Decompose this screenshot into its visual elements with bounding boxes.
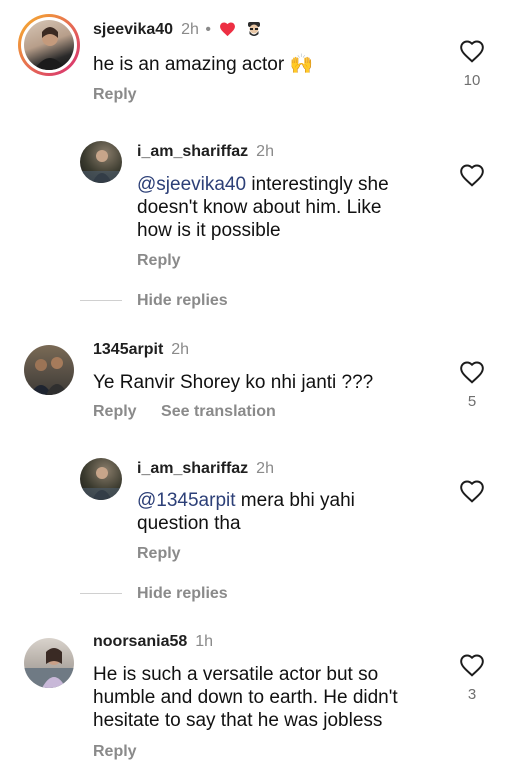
reply-text-line: how is it possible (137, 220, 281, 241)
mention-link[interactable]: @1345arpit (137, 490, 236, 511)
heart-outline-icon (460, 480, 484, 503)
divider-line (80, 593, 122, 594)
dot-separator: • (205, 21, 211, 38)
reply-username[interactable]: i_am_shariffaz (137, 460, 248, 477)
like-button[interactable] (459, 360, 485, 389)
like-count: 3 (467, 686, 477, 703)
mention-link[interactable]: @sjeevika40 (137, 174, 246, 195)
creator-avatar (244, 20, 263, 38)
raising-hands-emoji: 🙌 (289, 54, 314, 75)
comment-username[interactable]: 1345arpit (93, 341, 163, 358)
reply-username[interactable]: i_am_shariffaz (137, 143, 248, 160)
avatar[interactable] (80, 458, 122, 500)
reply-button[interactable]: Reply (93, 743, 137, 761)
divider-line (80, 300, 122, 301)
comment-text-line: hesitate to say that he was jobless (93, 710, 383, 731)
avatar[interactable] (24, 345, 74, 395)
like-count: 10 (463, 72, 481, 89)
like-button[interactable] (459, 479, 485, 508)
avatar[interactable] (24, 638, 74, 688)
comment-username[interactable]: noorsania58 (93, 633, 187, 650)
like-button[interactable] (459, 39, 485, 68)
like-button[interactable] (459, 163, 485, 192)
comment-time: 2h (171, 341, 190, 358)
hide-replies-button[interactable]: Hide replies (137, 292, 228, 310)
reply-text-line: question tha (137, 513, 241, 534)
comment-time: 1h (195, 633, 214, 650)
comment-text-line: He is such a versatile actor but so (93, 664, 379, 685)
avatar (24, 20, 74, 70)
reply-button[interactable]: Reply (137, 252, 181, 270)
avatar-story-ring[interactable] (18, 14, 80, 76)
heart-outline-icon (460, 361, 484, 384)
reply-button[interactable]: Reply (93, 86, 137, 104)
comment-username[interactable]: sjeevika40 (93, 21, 173, 38)
reply-button[interactable]: Reply (137, 545, 181, 563)
like-button[interactable] (459, 653, 485, 682)
comment-text: he is an amazing actor (93, 54, 290, 75)
avatar[interactable] (80, 141, 122, 183)
heart-outline-icon (460, 164, 484, 187)
see-translation-button[interactable]: See translation (161, 403, 276, 420)
red-heart-icon (219, 21, 236, 42)
comment-text: Ye Ranvir Shorey ko nhi janti ??? (93, 372, 374, 393)
reply-text-line: interestingly she (246, 174, 389, 195)
heart-outline-icon (460, 654, 484, 677)
reply-text-line: mera bhi yahi (235, 490, 355, 511)
comment-text-line: humble and down to earth. He didn't (93, 687, 398, 708)
reply-text-line: doesn't know about him. Like (137, 197, 382, 218)
hide-replies-button[interactable]: Hide replies (137, 585, 228, 603)
reply-time: 2h (256, 460, 274, 477)
reply-time: 2h (256, 143, 274, 160)
comment-time: 2h (181, 21, 199, 38)
reply-button[interactable]: Reply (93, 403, 137, 420)
like-count: 5 (467, 393, 477, 410)
heart-outline-icon (460, 40, 484, 63)
